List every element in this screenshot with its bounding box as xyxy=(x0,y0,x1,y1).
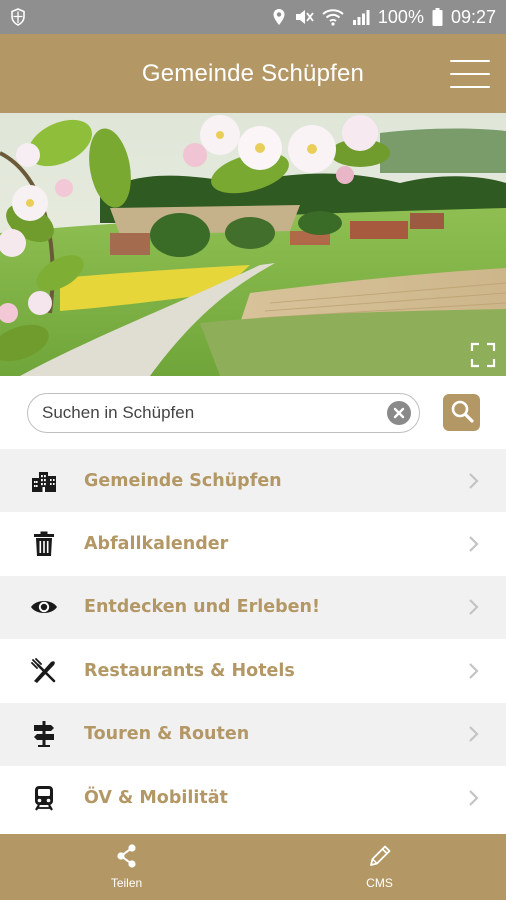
cms-label: CMS xyxy=(366,876,393,890)
menu-item-label: Touren & Routen xyxy=(84,724,250,745)
signal-icon xyxy=(352,9,370,25)
signpost-icon xyxy=(30,720,58,748)
menu-item-label: Abfallkalender xyxy=(84,534,229,555)
buildings-icon xyxy=(30,467,58,495)
battery-icon xyxy=(432,8,443,26)
menu-item-touren[interactable]: Touren & Routen xyxy=(0,702,506,766)
mute-icon xyxy=(294,8,314,26)
hamburger-icon[interactable] xyxy=(450,60,490,88)
trash-icon xyxy=(30,530,58,558)
search-button[interactable] xyxy=(443,394,480,431)
menu-item-label: ÖV & Mobilität xyxy=(84,787,228,808)
search-bar xyxy=(0,376,506,449)
expand-icon[interactable] xyxy=(470,342,496,368)
menu-item-label: Entdecken und Erleben! xyxy=(84,597,320,618)
menu-item-abfallkalender[interactable]: Abfallkalender xyxy=(0,512,506,575)
hero-image xyxy=(0,113,506,376)
menu-item-oev-mobilitaet[interactable]: ÖV & Mobilität xyxy=(0,766,506,829)
search-input[interactable] xyxy=(42,394,382,431)
app-header: Gemeinde Schüpfen xyxy=(0,34,506,113)
location-icon xyxy=(272,8,286,26)
menu-item-gemeinde[interactable]: Gemeinde Schüpfen xyxy=(0,449,506,513)
wifi-icon xyxy=(322,8,344,26)
status-bar: 100% 09:27 xyxy=(0,0,506,34)
menu-item-label: Gemeinde Schüpfen xyxy=(84,470,282,491)
train-icon xyxy=(30,784,58,812)
main-menu: Gemeinde Schüpfen Abfallkalender Entdeck… xyxy=(0,449,506,829)
menu-item-restaurants[interactable]: Restaurants & Hotels xyxy=(0,639,506,702)
chevron-right-icon xyxy=(468,535,480,553)
menu-item-entdecken[interactable]: Entdecken und Erleben! xyxy=(0,575,506,640)
share-label: Teilen xyxy=(110,876,143,890)
chevron-right-icon xyxy=(468,662,480,680)
share-button[interactable]: Teilen xyxy=(0,834,253,900)
chevron-right-icon xyxy=(468,598,480,616)
chevron-right-icon xyxy=(468,789,480,807)
fork-knife-icon xyxy=(30,657,58,685)
search-field-wrapper xyxy=(27,393,420,433)
search-icon xyxy=(450,399,474,427)
page-title: Gemeinde Schüpfen xyxy=(141,59,365,87)
battery-percentage: 100% xyxy=(377,6,424,27)
eye-icon xyxy=(30,593,58,621)
cms-button[interactable]: CMS xyxy=(253,834,506,900)
bottom-toolbar: Teilen CMS xyxy=(0,834,506,900)
pencil-icon xyxy=(368,844,392,872)
chevron-right-icon xyxy=(468,725,480,743)
clock: 09:27 xyxy=(450,6,496,27)
clear-icon[interactable] xyxy=(387,401,411,425)
shield-icon xyxy=(10,8,26,26)
share-icon xyxy=(116,844,138,872)
menu-item-label: Restaurants & Hotels xyxy=(84,660,295,681)
chevron-right-icon xyxy=(468,472,480,490)
